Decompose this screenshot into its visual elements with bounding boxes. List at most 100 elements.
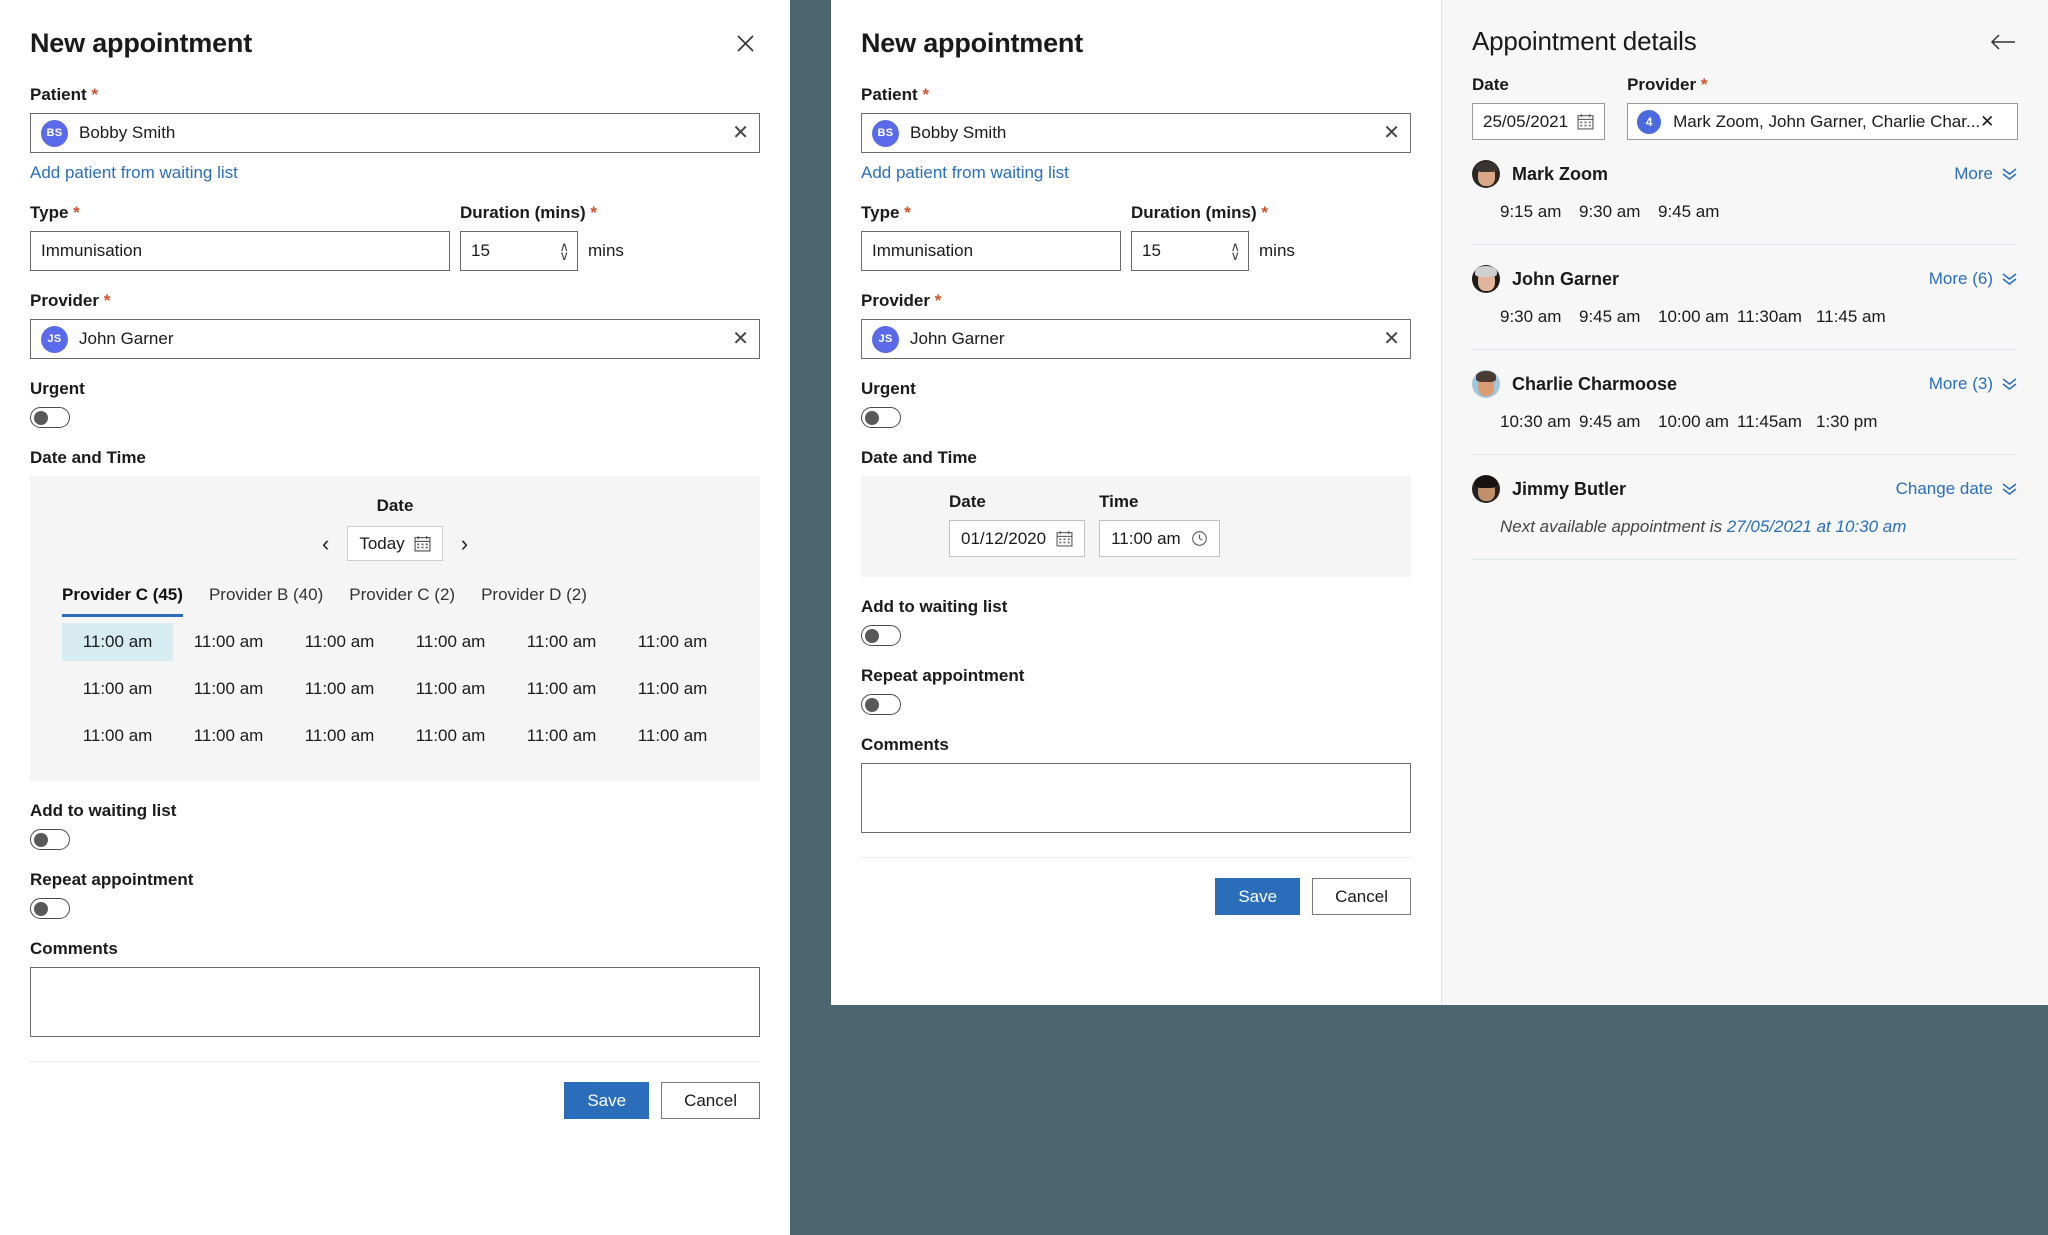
time-slot[interactable]: 10:30 am <box>1500 412 1579 432</box>
duration-stepper[interactable]: 15 ∧ ∨ <box>460 231 578 271</box>
provider-availability-row: John Garner More (6) 9:30 am 9:45 am 10:… <box>1472 245 2018 350</box>
clear-provider-icon[interactable]: ✕ <box>1980 112 1994 132</box>
patient-input[interactable]: BS Bobby Smith ✕ <box>861 113 1411 153</box>
repeat-appointment-label: Repeat appointment <box>30 870 194 889</box>
time-slot[interactable]: 10:00 am <box>1658 307 1737 327</box>
add-patient-from-waiting-list-link[interactable]: Add patient from waiting list <box>861 163 1411 183</box>
time-slot[interactable]: 11:00 am <box>62 623 173 661</box>
page-title: Appointment details <box>1472 26 1697 56</box>
time-slot[interactable]: 1:30 pm <box>1816 412 1895 432</box>
time-slot[interactable]: 11:00 am <box>284 717 395 755</box>
add-to-waiting-list-toggle[interactable] <box>30 829 70 850</box>
time-slot[interactable]: 11:00 am <box>284 670 395 708</box>
time-slot[interactable]: 9:15 am <box>1500 202 1579 222</box>
patient-label: Patient * <box>30 85 99 104</box>
time-slot[interactable]: 11:45am <box>1737 412 1816 432</box>
urgent-label: Urgent <box>861 379 916 398</box>
more-button[interactable]: More (6) <box>1929 269 2018 289</box>
save-button[interactable]: Save <box>564 1082 650 1119</box>
patient-input[interactable]: BS Bobby Smith ✕ <box>30 113 760 153</box>
tab-provider-3[interactable]: Provider D (2) <box>481 585 587 617</box>
time-slot[interactable]: 11:45 am <box>1816 307 1895 327</box>
chevron-right-icon[interactable]: › <box>457 531 472 557</box>
patient-label: Patient * <box>861 85 930 104</box>
date-picker[interactable]: 01/12/2020 <box>949 520 1086 557</box>
time-slot[interactable]: 9:30 am <box>1500 307 1579 327</box>
time-slot-grid: 11:00 am 11:00 am 11:00 am 11:00 am 11:0… <box>30 617 760 755</box>
stepper-arrows-icon[interactable]: ∧ ∨ <box>549 239 569 262</box>
repeat-appointment-toggle[interactable] <box>30 898 70 919</box>
next-available-datetime[interactable]: 27/05/2021 at 10:30 am <box>1727 517 1907 536</box>
dialog-header: New appointment <box>861 28 1411 59</box>
close-icon[interactable] <box>730 29 760 59</box>
today-button[interactable]: Today <box>347 526 443 561</box>
required-asterisk: * <box>590 203 597 222</box>
time-slot[interactable]: 11:00 am <box>617 670 728 708</box>
provider-label: Provider * <box>30 291 111 310</box>
required-asterisk: * <box>904 203 911 222</box>
arrow-left-icon[interactable] <box>1988 27 2018 57</box>
more-label: More <box>1954 164 1993 183</box>
cancel-button[interactable]: Cancel <box>661 1082 760 1119</box>
more-button[interactable]: More <box>1954 164 2018 184</box>
cancel-button[interactable]: Cancel <box>1312 878 1411 915</box>
time-slot[interactable]: 11:00 am <box>506 670 617 708</box>
duration-stepper[interactable]: 15 ∧ ∨ <box>1131 231 1249 271</box>
chevron-left-icon[interactable]: ‹ <box>318 531 333 557</box>
tab-provider-1[interactable]: Provider B (40) <box>209 585 323 617</box>
date-picker[interactable]: 25/05/2021 <box>1472 103 1606 140</box>
time-slot[interactable]: 11:00 am <box>395 670 506 708</box>
more-button[interactable]: More (3) <box>1929 374 2018 394</box>
time-slot[interactable]: 11:00 am <box>284 623 395 661</box>
repeat-appointment-toggle[interactable] <box>861 694 901 715</box>
stepper-arrows-icon[interactable]: ∧ ∨ <box>1220 239 1240 262</box>
time-slot[interactable]: 11:00 am <box>62 717 173 755</box>
clear-provider-icon[interactable]: ✕ <box>1375 329 1400 349</box>
type-input[interactable]: Immunisation <box>30 231 450 271</box>
provider-tabs: Provider C (45) Provider B (40) Provider… <box>30 585 760 617</box>
provider-input[interactable]: JS John Garner ✕ <box>30 319 760 359</box>
chevron-double-down-icon <box>2002 168 2017 180</box>
time-slot[interactable]: 9:45 am <box>1579 307 1658 327</box>
tab-provider-0[interactable]: Provider C (45) <box>62 585 183 617</box>
time-slot[interactable]: 9:30 am <box>1579 202 1658 222</box>
comments-input[interactable] <box>30 967 760 1037</box>
time-slot[interactable]: 9:45 am <box>1658 202 1737 222</box>
urgent-toggle[interactable] <box>30 407 70 428</box>
time-slot[interactable]: 11:00 am <box>62 670 173 708</box>
dialog-footer: Save Cancel <box>861 878 1411 915</box>
date-label: Date <box>949 492 986 511</box>
provider-availability-row: Jimmy Butler Change date Next available … <box>1472 455 2018 560</box>
add-patient-from-waiting-list-link[interactable]: Add patient from waiting list <box>30 163 760 183</box>
time-slot[interactable]: 11:00 am <box>173 623 284 661</box>
time-slot[interactable]: 11:30am <box>1737 307 1816 327</box>
time-slot[interactable]: 11:00 am <box>617 623 728 661</box>
change-date-button[interactable]: Change date <box>1896 479 2018 499</box>
comments-input[interactable] <box>861 763 1411 833</box>
patient-value: Bobby Smith <box>79 123 176 142</box>
type-input[interactable]: Immunisation <box>861 231 1121 271</box>
time-slot[interactable]: 11:00 am <box>173 670 284 708</box>
toggle-knob <box>865 410 879 425</box>
required-asterisk: * <box>91 85 99 104</box>
add-to-waiting-list-toggle[interactable] <box>861 625 901 646</box>
urgent-toggle[interactable] <box>861 407 901 428</box>
time-picker[interactable]: 11:00 am <box>1099 520 1220 557</box>
time-slot[interactable]: 11:00 am <box>617 717 728 755</box>
provider-input[interactable]: JS John Garner ✕ <box>861 319 1411 359</box>
provider-label: Provider * <box>1627 75 1708 94</box>
time-slot[interactable]: 11:00 am <box>173 717 284 755</box>
time-slot[interactable]: 11:00 am <box>395 717 506 755</box>
time-slot[interactable]: 11:00 am <box>395 623 506 661</box>
tab-provider-2[interactable]: Provider C (2) <box>349 585 455 617</box>
time-slot[interactable]: 11:00 am <box>506 623 617 661</box>
time-slot[interactable]: 9:45 am <box>1579 412 1658 432</box>
save-button[interactable]: Save <box>1215 878 1301 915</box>
clear-provider-icon[interactable]: ✕ <box>724 329 749 349</box>
new-appointment-dialog-left: New appointment Patient * BS Bobby Smith… <box>0 0 790 1235</box>
time-slot[interactable]: 10:00 am <box>1658 412 1737 432</box>
provider-multiselect[interactable]: 4 Mark Zoom, John Garner, Charlie Char..… <box>1627 103 2018 140</box>
clear-patient-icon[interactable]: ✕ <box>724 123 749 143</box>
time-slot[interactable]: 11:00 am <box>506 717 617 755</box>
clear-patient-icon[interactable]: ✕ <box>1375 123 1400 143</box>
